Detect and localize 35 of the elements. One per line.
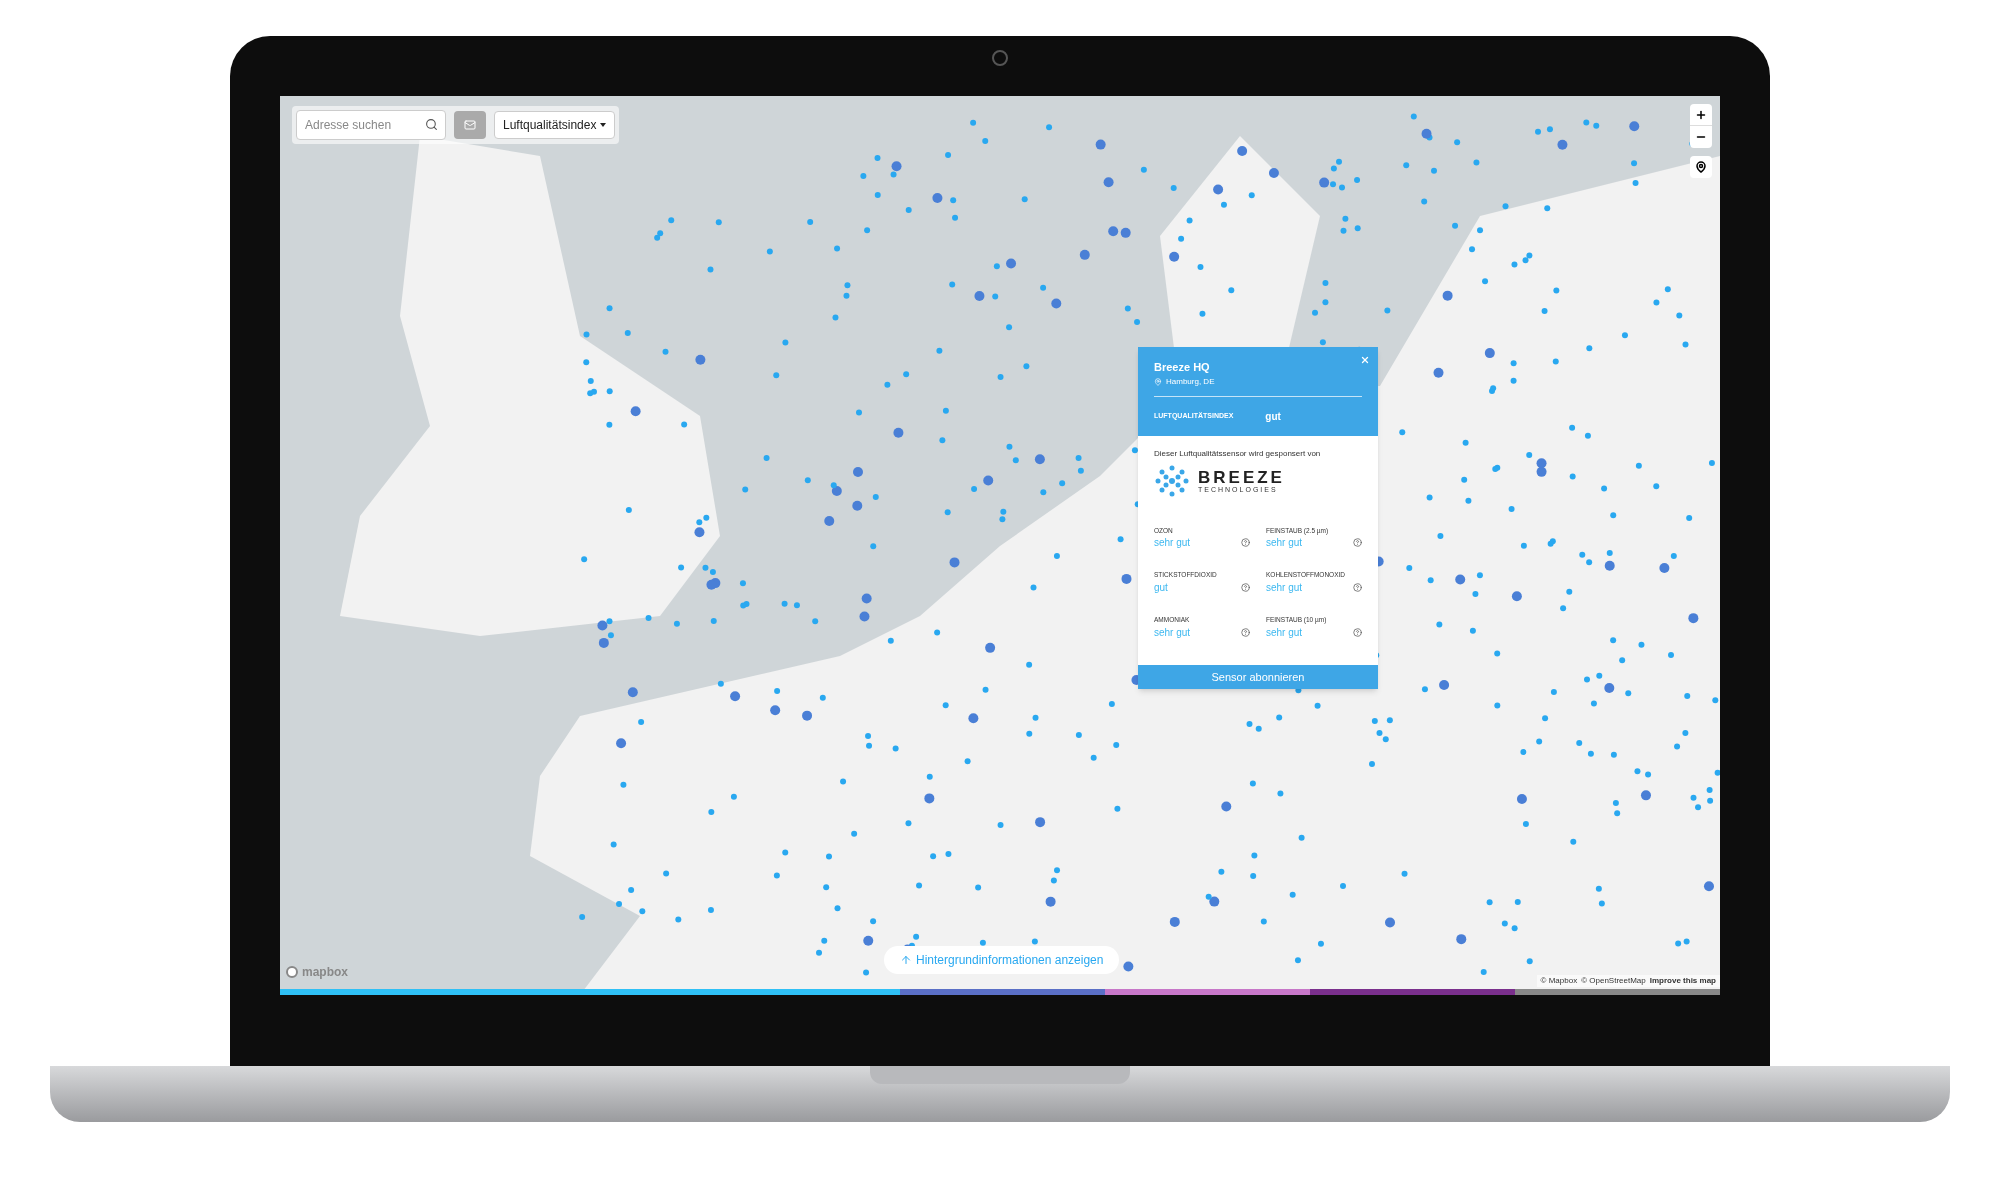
index-value: gut: [1265, 409, 1281, 424]
sensor-title: Breeze HQ: [1154, 360, 1211, 375]
close-icon[interactable]: [1360, 355, 1370, 365]
help-icon[interactable]: [1241, 583, 1250, 592]
molecule-logo-icon: [1154, 463, 1190, 498]
measurement-value: sehr gut: [1266, 581, 1303, 595]
locate-button[interactable]: [1690, 156, 1712, 178]
caret-icon: [600, 123, 607, 127]
help-icon[interactable]: [1353, 627, 1362, 637]
measurement-value: sehr gut: [1266, 625, 1303, 640]
email-button[interactable]: [454, 111, 486, 139]
camera-icon: [992, 50, 1008, 66]
mapbox-logo: mapbox: [302, 964, 348, 981]
arrow-up-icon: [900, 954, 912, 966]
attribution-text: © OpenStreetMap: [1581, 975, 1646, 987]
attribution-text: © Mapbox: [1540, 975, 1578, 987]
help-icon[interactable]: [1353, 538, 1362, 548]
measurement-value: sehr gut: [1266, 536, 1303, 551]
sponsor-text: Dieser Luftqualitätssensor wird gesponsert von: [1154, 447, 1322, 460]
help-icon[interactable]: [1241, 538, 1250, 548]
help-icon[interactable]: [1353, 583, 1362, 592]
logo-name: BREEZE: [1198, 468, 1285, 486]
search-field[interactable]: Adresse suchen: [296, 110, 446, 140]
pin-icon: [1154, 377, 1162, 386]
location-pin-icon: [1695, 161, 1707, 173]
help-icon[interactable]: [1241, 627, 1250, 637]
sensor-location: Hamburg, DE: [1166, 375, 1215, 388]
search-icon: [425, 118, 438, 131]
envelope-icon: [464, 119, 476, 131]
plus-icon: [1695, 108, 1707, 121]
measurement-value: gut: [1154, 581, 1168, 595]
measurement-value: sehr gut: [1154, 536, 1191, 551]
layer-dropdown[interactable]: Luftqualitätsindex: [494, 111, 616, 139]
improve-map-link[interactable]: Improve this map: [1649, 975, 1716, 987]
measurement-value: sehr gut: [1154, 625, 1191, 640]
